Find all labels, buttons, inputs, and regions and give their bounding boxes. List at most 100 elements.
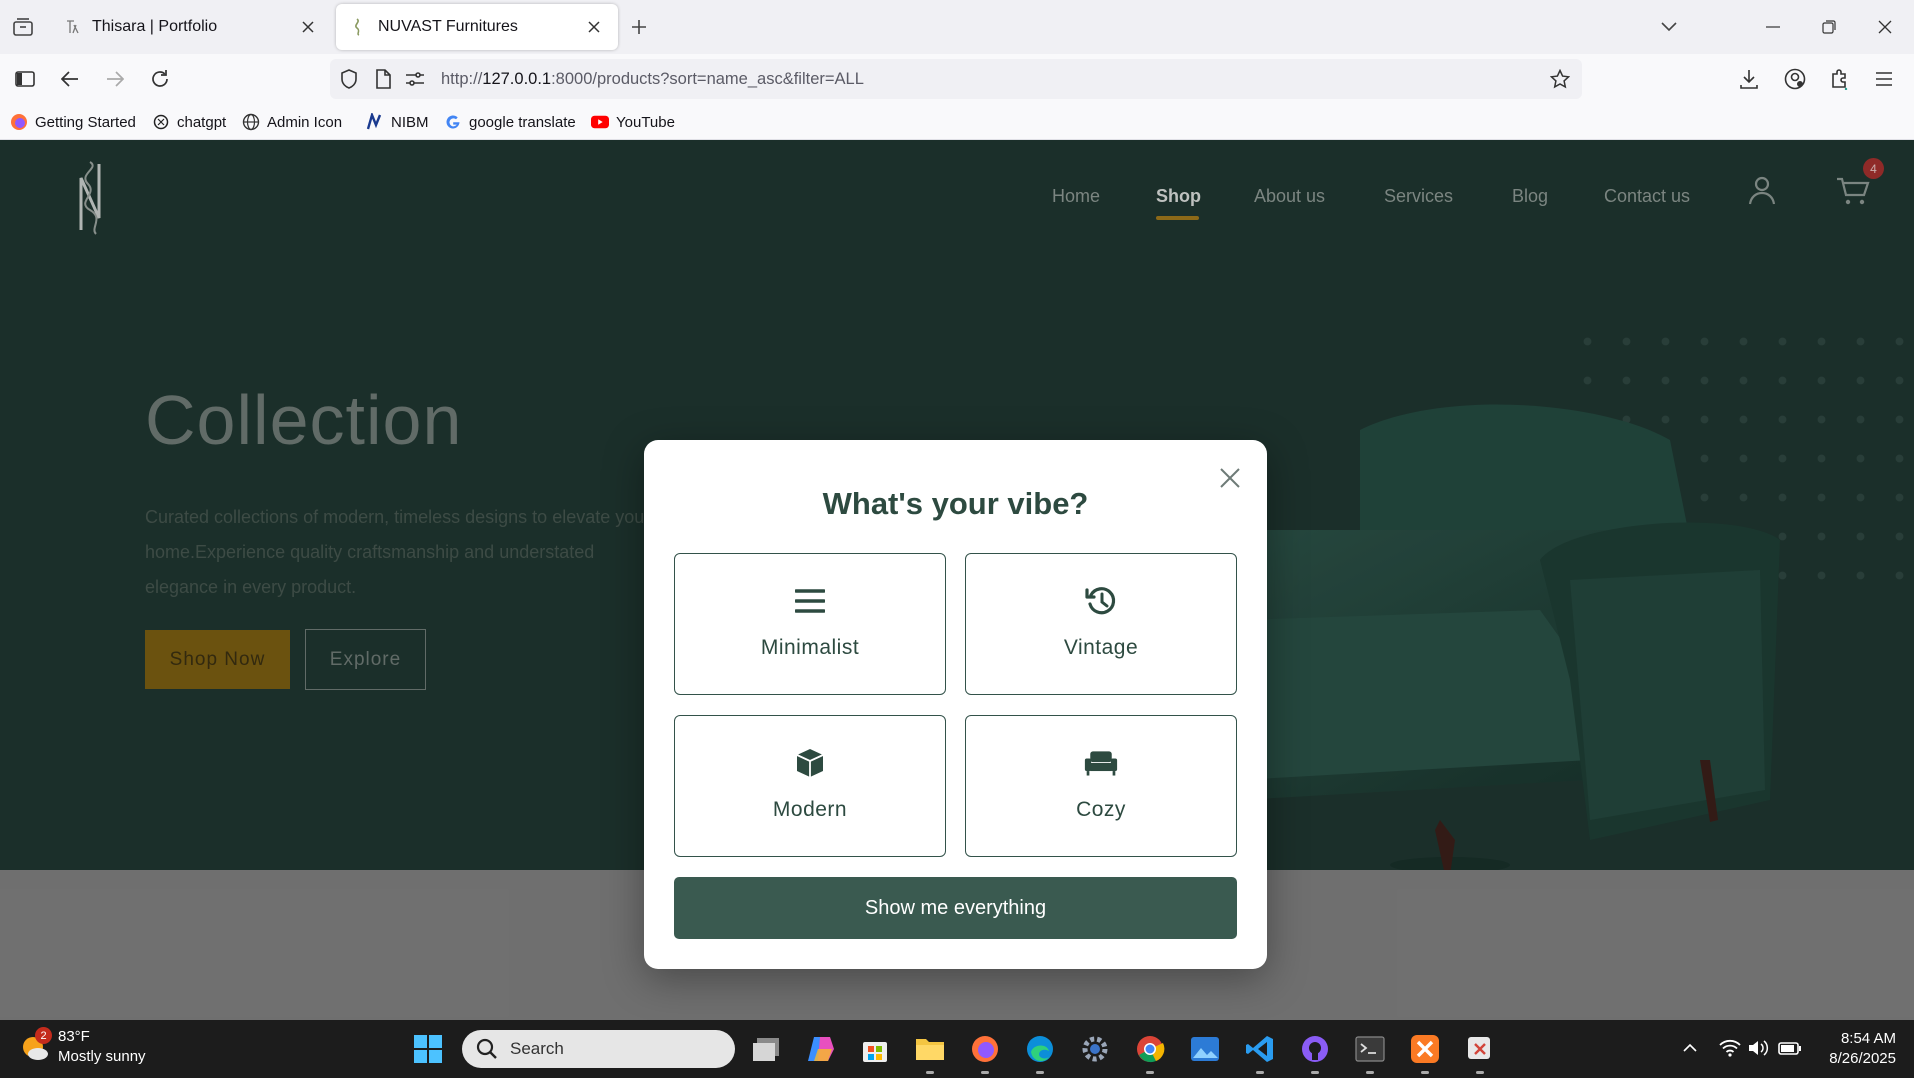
copilot-button[interactable]: [804, 1032, 838, 1066]
website-viewport: Home Shop About us Services Blog Contact…: [0, 140, 1914, 1020]
tab-title: NUVAST Furnitures: [378, 18, 518, 35]
close-tab-icon[interactable]: [298, 17, 318, 37]
address-bar[interactable]: http://127.0.0.1:8000/products?sort=name…: [330, 59, 1582, 99]
bookmarks-toolbar: Getting Started chatgpt Admin Icon NIBM …: [0, 104, 1914, 140]
list-all-tabs-button[interactable]: [1654, 12, 1684, 42]
battery-button[interactable]: [1778, 1036, 1802, 1060]
vibe-option-cozy[interactable]: Cozy: [965, 715, 1237, 857]
clock-date: 8/26/2025: [1829, 1050, 1896, 1067]
wifi-button[interactable]: [1718, 1036, 1742, 1060]
vibe-option-vintage[interactable]: Vintage: [965, 553, 1237, 695]
tab-title: Thisara | Portfolio: [92, 18, 218, 35]
running-indicator: [1421, 1071, 1429, 1074]
bookmark-label: google translate: [469, 113, 576, 131]
close-icon: [1878, 20, 1892, 34]
bookmark-google-translate[interactable]: google translate: [444, 112, 576, 132]
file-explorer-button[interactable]: [913, 1032, 947, 1074]
firefox-taskbar-button[interactable]: [968, 1032, 1002, 1074]
bookmark-label: NIBM: [391, 113, 429, 131]
vscode-button[interactable]: [1243, 1032, 1277, 1074]
menu-button[interactable]: [1868, 63, 1900, 95]
history-icon: [1084, 584, 1118, 618]
vibe-option-minimalist[interactable]: Minimalist: [674, 553, 946, 695]
bookmark-admin-icon[interactable]: Admin Icon: [242, 112, 342, 132]
google-icon: [444, 113, 462, 131]
sidebar-icon: [15, 71, 35, 87]
weather-temp: 83°F: [58, 1028, 90, 1045]
restore-button[interactable]: [1814, 12, 1844, 42]
show-me-everything-button[interactable]: Show me everything: [674, 877, 1237, 939]
forward-button[interactable]: [99, 63, 131, 95]
vibe-modal: What's your vibe? Minimalist Vintage Mod…: [644, 440, 1267, 969]
youtube-icon: [591, 113, 609, 131]
sun-cloud-icon: 2: [20, 1027, 52, 1062]
new-tab-button[interactable]: [626, 14, 652, 40]
windows-start-icon[interactable]: [413, 1034, 443, 1064]
tab-list-button[interactable]: [8, 12, 38, 42]
tab-portfolio[interactable]: Thisara | Portfolio: [50, 4, 332, 50]
show-hidden-icons-button[interactable]: [1678, 1036, 1702, 1060]
download-icon: [1740, 70, 1758, 89]
page-info-icon[interactable]: [372, 68, 394, 90]
tab-nuvast[interactable]: NUVAST Furnitures: [336, 4, 618, 50]
vibe-option-modern[interactable]: Modern: [674, 715, 946, 857]
chrome-icon: [1137, 1036, 1165, 1063]
portfolio-favicon-icon: [64, 18, 82, 36]
bookmark-getting-started[interactable]: Getting Started: [10, 112, 136, 132]
github-desktop-button[interactable]: [1298, 1032, 1332, 1074]
extensions-button[interactable]: [1824, 63, 1856, 95]
account-icon: [1784, 68, 1806, 90]
downloads-button[interactable]: [1733, 63, 1765, 95]
vibe-label: Modern: [772, 798, 848, 821]
modal-title: What's your vibe?: [822, 486, 1089, 521]
close-tab-icon[interactable]: [584, 17, 604, 37]
running-indicator: [1256, 1071, 1264, 1074]
sidebar-toggle-button[interactable]: [9, 63, 41, 95]
task-view-button[interactable]: [749, 1032, 783, 1066]
battery-icon: [1778, 1042, 1801, 1055]
weather-badge: 2: [35, 1027, 52, 1044]
chrome-button[interactable]: [1133, 1032, 1167, 1074]
settings-button[interactable]: [1078, 1032, 1112, 1066]
bookmark-youtube[interactable]: YouTube: [591, 112, 675, 132]
task-view-icon: [753, 1038, 779, 1061]
photos-button[interactable]: [1188, 1032, 1222, 1066]
arrow-right-icon: [107, 71, 124, 87]
xampp-icon: [1411, 1035, 1439, 1063]
system-clock[interactable]: 8:54 AM 8/26/2025: [1816, 1029, 1896, 1069]
running-indicator: [1036, 1071, 1044, 1074]
gear-icon: [1082, 1036, 1108, 1062]
bookmark-chatgpt[interactable]: chatgpt: [152, 112, 226, 132]
snipping-icon: [1468, 1037, 1490, 1059]
arrow-left-icon: [61, 71, 78, 87]
chevron-up-icon: [1683, 1043, 1697, 1052]
weather-widget[interactable]: 2 83°F Mostly sunny: [20, 1027, 146, 1067]
xampp-button[interactable]: [1408, 1032, 1442, 1074]
microsoft-store-button[interactable]: [858, 1032, 892, 1066]
taskbar-search-box[interactable]: Search: [462, 1030, 735, 1068]
bars-icon: [793, 584, 827, 618]
running-indicator: [1366, 1071, 1374, 1074]
restore-icon: [1822, 20, 1836, 34]
bookmark-star-icon[interactable]: [1549, 68, 1571, 90]
running-indicator: [981, 1071, 989, 1074]
bookmark-label: Admin Icon: [267, 113, 343, 131]
account-button[interactable]: [1779, 63, 1811, 95]
tab-list-icon: [13, 18, 33, 36]
url-scheme: http://: [441, 70, 483, 88]
edge-button[interactable]: [1023, 1032, 1057, 1074]
close-window-button[interactable]: [1870, 12, 1900, 42]
github-icon: [1302, 1036, 1328, 1062]
shield-icon[interactable]: [338, 68, 360, 90]
bookmark-nibm[interactable]: NIBM: [366, 112, 429, 132]
back-button[interactable]: [54, 63, 86, 95]
url-text[interactable]: http://127.0.0.1:8000/products?sort=name…: [441, 70, 864, 89]
photos-icon: [1191, 1037, 1219, 1061]
reload-icon: [152, 70, 168, 87]
snipping-tool-button[interactable]: [1463, 1032, 1497, 1074]
reload-button[interactable]: [144, 63, 176, 95]
permissions-icon[interactable]: [404, 68, 426, 90]
volume-button[interactable]: [1746, 1036, 1770, 1060]
terminal-button[interactable]: [1353, 1032, 1387, 1074]
minimize-button[interactable]: [1758, 12, 1788, 42]
